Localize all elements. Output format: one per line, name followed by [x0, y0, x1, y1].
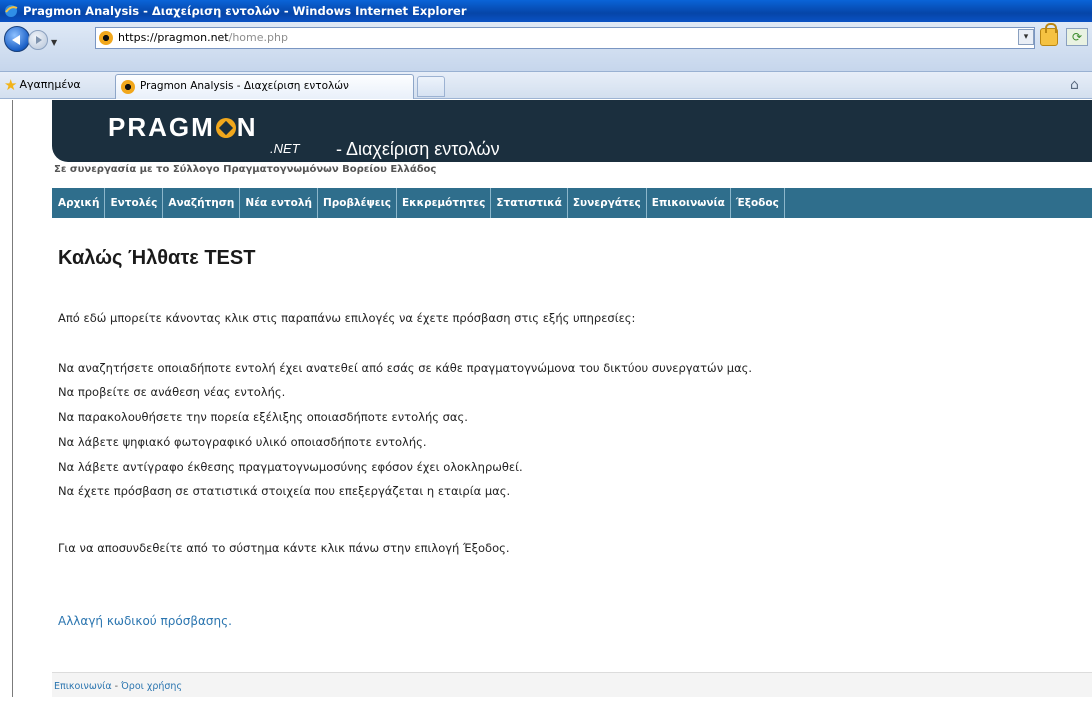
lock-icon[interactable] [1040, 23, 1058, 46]
history-dropdown-icon[interactable]: ▼ [51, 38, 57, 47]
tab-favicon-icon [121, 80, 135, 94]
forward-button[interactable] [28, 30, 48, 50]
service-line: Να έχετε πρόσβαση σε στατιστικά στοιχεία… [58, 484, 511, 498]
logo-diamond-icon [215, 118, 236, 138]
menu-item-home[interactable]: Αρχική [52, 188, 106, 218]
footer-terms-link[interactable]: Όροι χρήσης [121, 681, 182, 692]
star-icon: ★ [4, 76, 18, 94]
service-line: Να λάβετε ψηφιακό φωτογραφικό υλικό οποι… [58, 435, 427, 449]
service-line: Να προβείτε σε ανάθεση νέας εντολής. [58, 385, 286, 399]
address-host: https://pragmon.net [118, 31, 229, 44]
address-bar[interactable]: https://pragmon.net/home.php [95, 27, 1035, 49]
left-border [12, 100, 13, 697]
main-menu: Αρχική Εντολές Αναζήτηση Νέα εντολή Προβ… [52, 188, 1092, 218]
menu-item-partners[interactable]: Συνεργάτες [568, 188, 647, 218]
back-button[interactable] [4, 26, 30, 52]
menu-item-logout[interactable]: Έξοδος [731, 188, 785, 218]
favorites-button[interactable]: ★ Αγαπημένα [4, 76, 81, 94]
footer: Επικοινωνία - Όροι χρήσης [52, 672, 1092, 697]
site-logo[interactable]: PRAGM N [108, 112, 258, 143]
menu-item-statistics[interactable]: Στατιστικά [491, 188, 568, 218]
menu-item-contact[interactable]: Επικοινωνία [647, 188, 731, 218]
site-favicon-icon [99, 31, 113, 45]
intro-text: Από εδώ μπορείτε κάνοντας κλικ στις παρα… [58, 311, 636, 325]
browser-toolbar: ▼ https://pragmon.net/home.php ▾ ⟳ [0, 22, 1092, 72]
banner-title: - Διαχείριση εντολών [336, 139, 500, 159]
site-banner: PRAGM N .NET - Διαχείριση εντολών [52, 100, 1092, 162]
favorites-label: Αγαπημένα [19, 78, 81, 91]
tab-label: Pragmon Analysis - Διαχείριση εντολών [140, 80, 349, 92]
favorites-bar: ★ Αγαπημένα Pragmon Analysis - Διαχείρισ… [0, 72, 1092, 99]
service-line: Να αναζητήσετε οποιαδήποτε εντολή έχει α… [58, 361, 753, 375]
home-icon[interactable]: ⌂ [1070, 77, 1079, 93]
footer-separator: - [111, 681, 122, 692]
address-path: /home.php [228, 31, 288, 44]
change-password-link[interactable]: Αλλαγή κωδικού πρόσβασης. [58, 614, 232, 628]
window-titlebar: Pragmon Analysis - Διαχείριση εντολών - … [0, 0, 1092, 22]
menu-item-pending[interactable]: Εκκρεμότητες [397, 188, 492, 218]
browser-tab-active[interactable]: Pragmon Analysis - Διαχείριση εντολών [115, 74, 414, 99]
page-title: Καλώς Ήλθατε TEST [58, 247, 256, 269]
service-line: Να λάβετε αντίγραφο έκθεσης πραγματογνωμ… [58, 460, 523, 474]
page-content: PRAGM N .NET - Διαχείριση εντολών Σε συνε… [0, 100, 1092, 697]
menu-item-new-order[interactable]: Νέα εντολή [240, 188, 318, 218]
menu-item-orders[interactable]: Εντολές [105, 188, 164, 218]
service-line: Να παρακολουθήσετε την πορεία εξέλιξης ο… [58, 410, 468, 424]
window-title: Pragmon Analysis - Διαχείριση εντολών - … [23, 4, 467, 18]
menu-item-forecasts[interactable]: Προβλέψεις [318, 188, 397, 218]
partner-text: Σε συνεργασία με το Σύλλογο Πραγματογνωμ… [54, 164, 437, 175]
compatibility-icon[interactable]: ⟳ [1066, 28, 1088, 46]
internet-explorer-icon [5, 5, 18, 17]
logo-suffix: .NET [270, 141, 300, 156]
footer-contact-link[interactable]: Επικοινωνία [54, 681, 112, 692]
logout-instructions: Για να αποσυνδεθείτε από το σύστημα κάντ… [58, 541, 510, 555]
menu-item-search[interactable]: Αναζήτηση [163, 188, 241, 218]
address-dropdown-icon[interactable]: ▾ [1018, 29, 1034, 45]
new-tab-button[interactable] [417, 76, 445, 97]
